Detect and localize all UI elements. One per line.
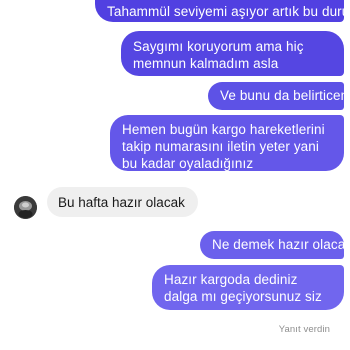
- seen-status: Yanıt verdin: [278, 324, 330, 335]
- sent-message-bubble[interactable]: Ve bunu da belirticem: [208, 82, 350, 110]
- chat-thread: Tahammül seviyemi aşıyor artık bu durum …: [0, 0, 350, 350]
- message-text: Tahammül seviyemi aşıyor artık bu durum: [107, 4, 350, 19]
- contact-avatar[interactable]: [14, 196, 37, 219]
- sent-message-bubble[interactable]: Tahammül seviyemi aşıyor artık bu durum: [95, 0, 350, 22]
- sent-message-bubble[interactable]: Ne demek hazır olacak: [200, 231, 350, 259]
- sent-message-bubble[interactable]: Hemen bugün kargo hareketlerini takip nu…: [110, 115, 344, 171]
- message-text: Ve bunu da belirticem: [220, 88, 350, 103]
- received-message-bubble[interactable]: Bu hafta hazır olacak: [47, 187, 198, 217]
- message-text: Hemen bugün kargo hareketlerini takip nu…: [122, 122, 325, 171]
- message-text: Saygımı koruyorum ama hiç memnun kalmadı…: [133, 39, 304, 71]
- avatar-image-icon: [14, 196, 37, 219]
- message-text: Ne demek hazır olacak: [212, 237, 350, 252]
- message-text: Bu hafta hazır olacak: [58, 195, 185, 210]
- message-text: Hazır kargoda dediniz dalga mı geçiyorsu…: [164, 272, 322, 304]
- sent-message-bubble[interactable]: Hazır kargoda dediniz dalga mı geçiyorsu…: [152, 265, 344, 310]
- sent-message-bubble[interactable]: Saygımı koruyorum ama hiç memnun kalmadı…: [121, 31, 344, 76]
